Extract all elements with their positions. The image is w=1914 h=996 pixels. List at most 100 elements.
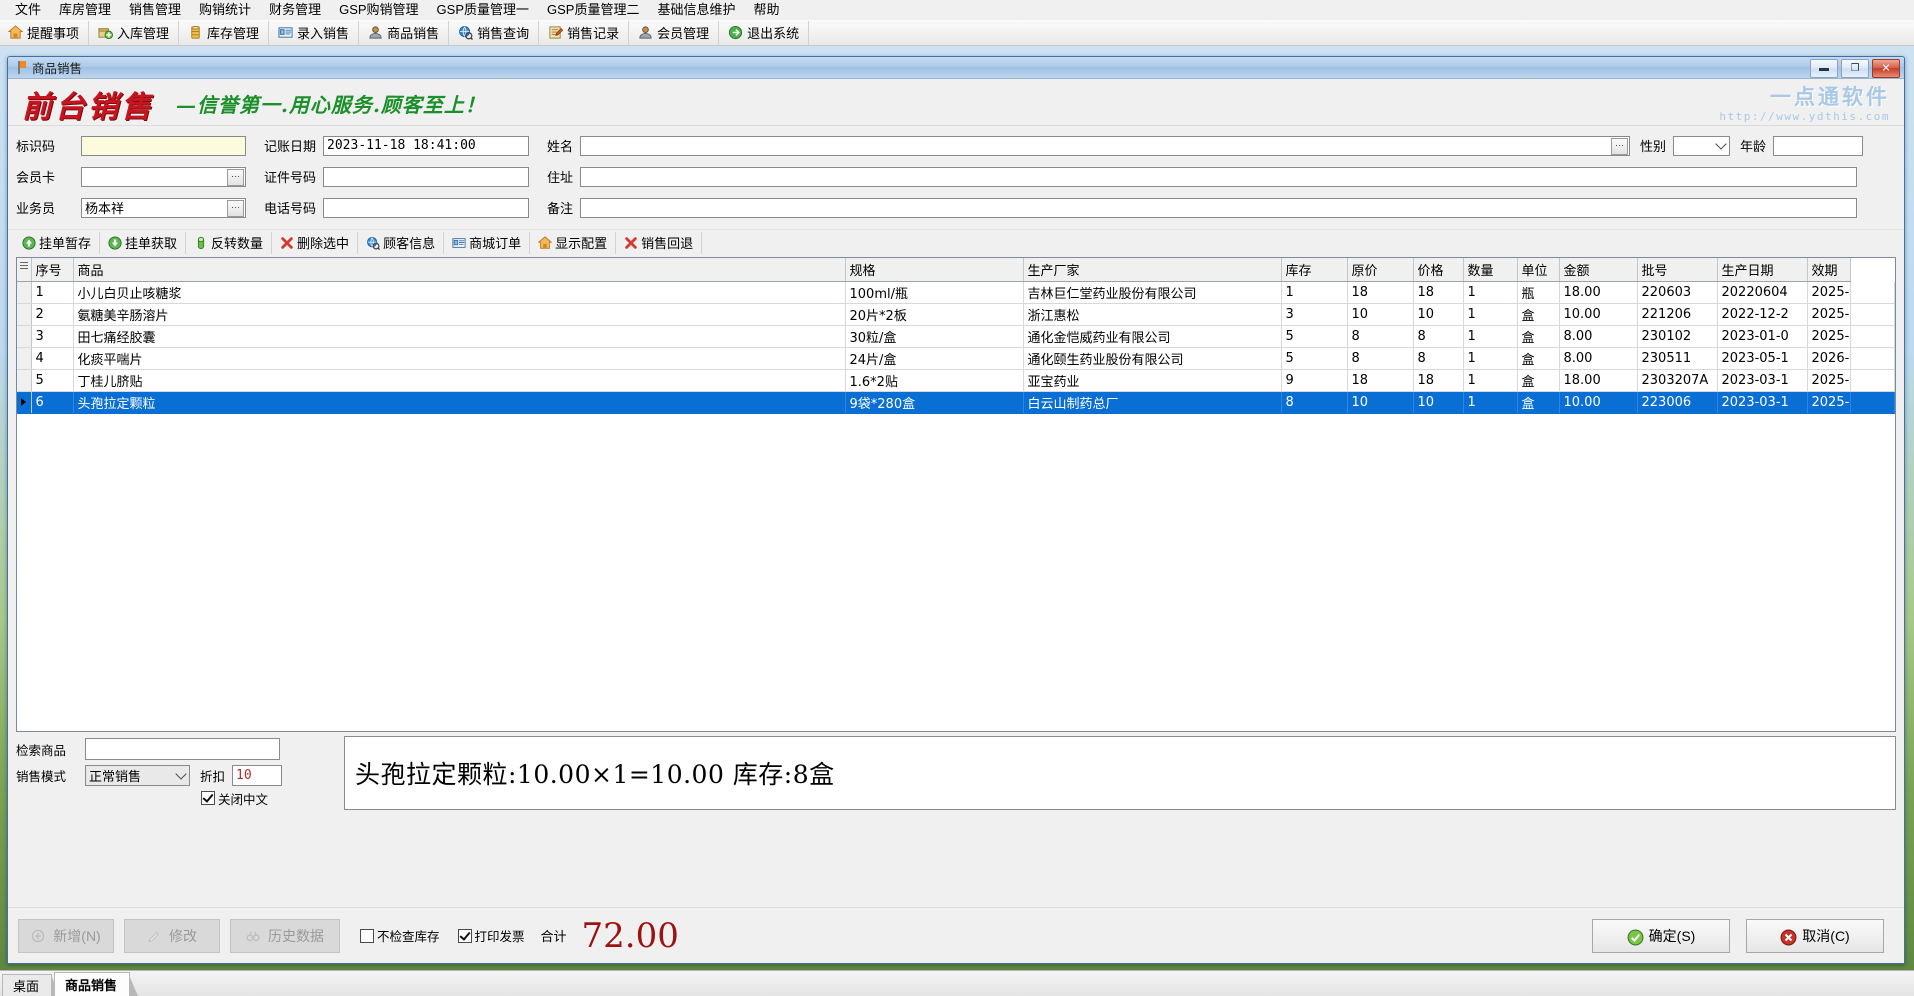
col-header-product[interactable]: 商品: [73, 258, 846, 282]
col-header-seq[interactable]: 序号: [31, 258, 74, 282]
table-cell[interactable]: 2025-05-07: [1807, 281, 1852, 304]
table-cell[interactable]: 18: [1347, 281, 1414, 304]
table-cell[interactable]: 2025-12-30: [1807, 325, 1852, 348]
row-marker-cell[interactable]: [17, 347, 32, 370]
table-cell[interactable]: 2023-05-1: [1717, 347, 1808, 370]
table-row[interactable]: 3 田七痛经胶囊 30粒/盒 通化金恺威药业有限公司 5 8 8 1 盒 8.00 230102 20…: [17, 325, 1895, 348]
table-cell[interactable]: 通化颐生药业股份有限公司: [1023, 347, 1282, 370]
table-cell[interactable]: 1: [1463, 281, 1518, 304]
clerk-picker-button[interactable]: ···: [227, 199, 244, 217]
table-cell[interactable]: 小儿白贝止咳糖浆: [73, 281, 846, 304]
add-button[interactable]: 新增(N): [18, 918, 114, 953]
col-header-spec[interactable]: 规格: [845, 258, 1024, 282]
row-marker-cell[interactable]: [17, 391, 32, 414]
table-cell[interactable]: 223006: [1637, 391, 1718, 414]
history-button[interactable]: 历史数据: [230, 918, 340, 953]
toolbar-button-exit[interactable]: 退出系统: [719, 20, 810, 45]
table-cell[interactable]: 230102: [1637, 325, 1718, 348]
col-header-unit[interactable]: 单位: [1517, 258, 1560, 282]
table-cell[interactable]: 24片/盒: [845, 347, 1024, 370]
menu-item-file[interactable]: 文件: [6, 0, 50, 20]
menu-item-gsp-purchase[interactable]: GSP购销管理: [330, 0, 427, 20]
col-header-amount[interactable]: 金额: [1559, 258, 1638, 282]
action-display-config[interactable]: 显示配置: [530, 231, 617, 254]
table-cell[interactable]: 盒: [1517, 303, 1560, 326]
table-cell[interactable]: 30粒/盒: [845, 325, 1024, 348]
table-cell[interactable]: 2022-12-2: [1717, 303, 1808, 326]
table-cell[interactable]: 丁桂儿脐贴: [73, 369, 846, 392]
table-cell[interactable]: 8.00: [1559, 347, 1638, 370]
table-row[interactable]: 5 丁桂儿脐贴 1.6*2贴 亚宝药业 9 18 18 1 盒 18.00 2303207A 2023…: [17, 369, 1895, 392]
col-header-manufacturer[interactable]: 生产厂家: [1023, 258, 1282, 282]
phone-input[interactable]: [323, 197, 530, 218]
table-cell[interactable]: 18: [1413, 369, 1464, 392]
table-row[interactable]: 6 头孢拉定颗粒 9袋*280盒 白云山制药总厂 8 10 10 1 盒 10.00 223006 2…: [17, 391, 1895, 414]
toolbar-button-sale-query[interactable]: 销售查询: [449, 20, 540, 45]
menu-item-gsp-quality-2[interactable]: GSP质量管理二: [538, 0, 648, 20]
table-cell[interactable]: 18.00: [1559, 369, 1638, 392]
table-cell[interactable]: 通化金恺威药业有限公司: [1023, 325, 1282, 348]
table-cell[interactable]: 8: [1347, 325, 1414, 348]
table-cell[interactable]: 白云山制药总厂: [1023, 391, 1282, 414]
sales-items-grid[interactable]: 序号 商品 规格 生产厂家 库存 原价 价格 数量 单位 金额 批号 生产日期 …: [16, 257, 1896, 732]
action-sale-return[interactable]: 销售回退: [616, 231, 703, 254]
table-cell[interactable]: 吉林巨仁堂药业股份有限公司: [1023, 281, 1282, 304]
action-hold-save[interactable]: 挂单暂存: [14, 231, 101, 254]
table-cell[interactable]: 8.00: [1559, 325, 1638, 348]
table-cell[interactable]: 2025-02-28: [1807, 369, 1852, 392]
col-header-expiry[interactable]: 效期: [1807, 258, 1852, 282]
menu-item-finance[interactable]: 财务管理: [260, 0, 330, 20]
col-header-price[interactable]: 价格: [1413, 258, 1464, 282]
table-cell[interactable]: 5: [1281, 325, 1348, 348]
table-cell[interactable]: 1: [31, 281, 74, 304]
action-mall-order[interactable]: 商城订单: [444, 231, 531, 254]
table-cell[interactable]: 100ml/瓶: [845, 281, 1024, 304]
col-header-original-price[interactable]: 原价: [1347, 258, 1414, 282]
table-cell[interactable]: 9: [1281, 369, 1348, 392]
taskbar-tab-desktop[interactable]: 桌面: [2, 974, 61, 996]
table-cell[interactable]: 2026-04-28: [1807, 347, 1852, 370]
table-cell[interactable]: 氨糖美辛肠溶片: [73, 303, 846, 326]
col-header-production-date[interactable]: 生产日期: [1717, 258, 1808, 282]
toolbar-button-enter-sale[interactable]: 录入销售: [269, 20, 360, 45]
member-picker-button[interactable]: ···: [227, 168, 244, 186]
table-cell[interactable]: 亚宝药业: [1023, 369, 1282, 392]
table-cell[interactable]: 3: [31, 325, 74, 348]
cancel-button[interactable]: 取消(C): [1746, 918, 1884, 953]
table-cell[interactable]: 盒: [1517, 391, 1560, 414]
name-input[interactable]: [580, 135, 1631, 156]
window-title-bar[interactable]: 商品销售 ▬ ❐ ✕: [8, 57, 1904, 79]
table-cell[interactable]: 6: [31, 391, 74, 414]
action-hold-fetch[interactable]: 挂单获取: [100, 231, 187, 254]
menu-item-purchase-stats[interactable]: 购销统计: [190, 0, 260, 20]
table-cell[interactable]: 8: [1347, 347, 1414, 370]
table-cell[interactable]: 9袋*280盒: [845, 391, 1024, 414]
table-cell[interactable]: 1: [1463, 369, 1518, 392]
table-cell[interactable]: 18: [1413, 281, 1464, 304]
address-input[interactable]: [580, 166, 1858, 187]
minimize-button[interactable]: ▬: [1810, 59, 1838, 78]
toolbar-button-sale-records[interactable]: 销售记录: [539, 20, 630, 45]
table-cell[interactable]: 1: [1281, 281, 1348, 304]
action-reverse-qty[interactable]: 反转数量: [186, 231, 273, 254]
table-cell[interactable]: 2025-11-30: [1807, 303, 1852, 326]
table-cell[interactable]: 221206: [1637, 303, 1718, 326]
date-input[interactable]: [323, 135, 530, 156]
toolbar-button-inbound[interactable]: 入库管理: [89, 20, 180, 45]
search-input[interactable]: [85, 738, 280, 760]
remark-input[interactable]: [580, 197, 1858, 218]
table-cell[interactable]: 2023-03-1: [1717, 369, 1808, 392]
edit-button[interactable]: 修改: [124, 918, 220, 953]
no-check-stock-checkbox[interactable]: 不检查库存: [360, 926, 440, 945]
table-cell[interactable]: 18.00: [1559, 281, 1638, 304]
table-cell[interactable]: 浙江惠松: [1023, 303, 1282, 326]
table-cell[interactable]: 10: [1347, 391, 1414, 414]
col-header-batch[interactable]: 批号: [1637, 258, 1718, 282]
table-cell[interactable]: 盒: [1517, 369, 1560, 392]
table-cell[interactable]: 10: [1413, 303, 1464, 326]
id-input[interactable]: [81, 135, 246, 156]
table-cell[interactable]: 230511: [1637, 347, 1718, 370]
table-cell[interactable]: 1: [1463, 347, 1518, 370]
member-input[interactable]: [81, 166, 246, 187]
idcard-input[interactable]: [323, 166, 530, 187]
